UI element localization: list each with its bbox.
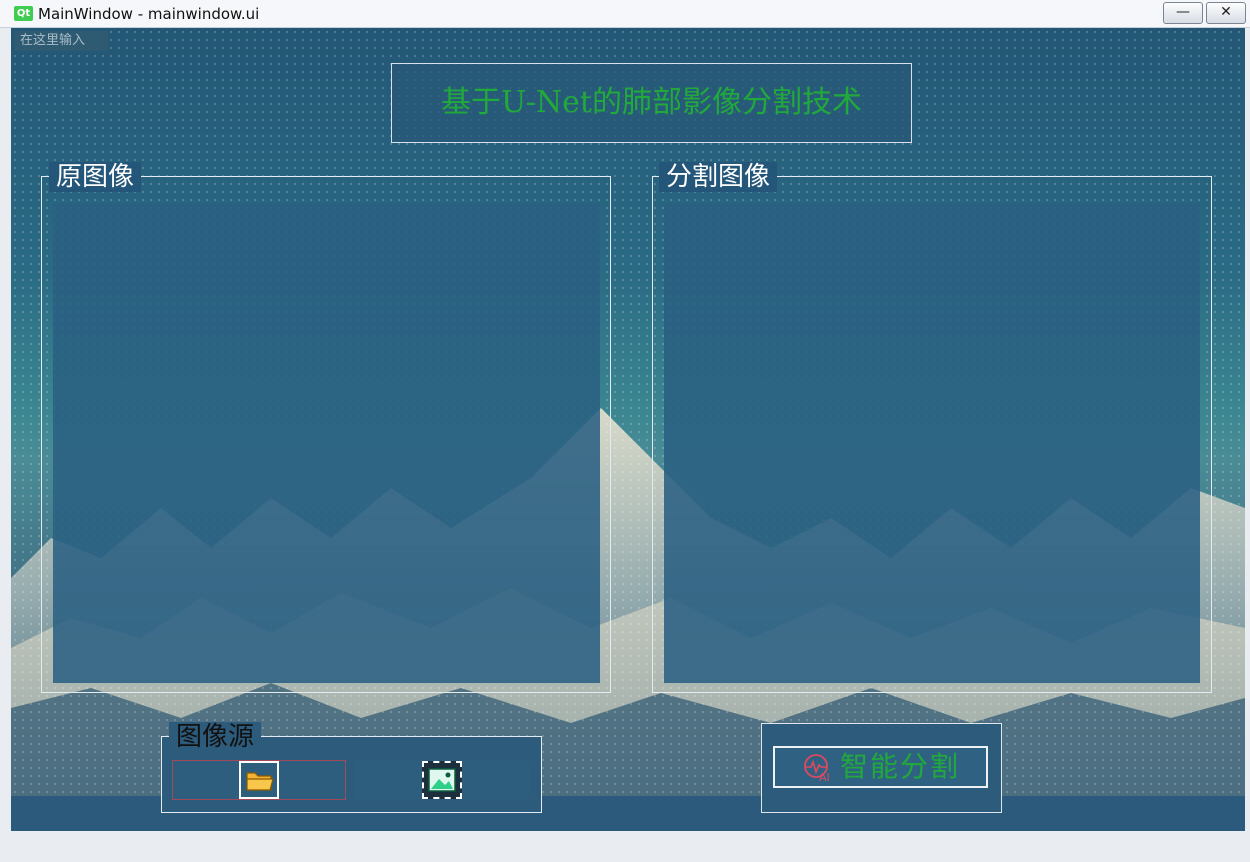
window-titlebar: Qt MainWindow - mainwindow.ui — ✕ bbox=[0, 0, 1250, 28]
open-file-button[interactable] bbox=[172, 760, 346, 800]
close-icon: ✕ bbox=[1220, 4, 1232, 20]
folder-icon bbox=[239, 761, 279, 799]
minimize-button[interactable]: — bbox=[1163, 2, 1203, 24]
svg-text:AI: AI bbox=[819, 771, 830, 784]
segmented-image-title: 分割图像 bbox=[659, 162, 778, 192]
image-icon bbox=[422, 761, 462, 799]
smart-segment-label: 智能分割 bbox=[840, 750, 961, 783]
original-image-view bbox=[53, 203, 600, 683]
page-title: 基于U-Net的肺部影像分割技术 bbox=[391, 63, 912, 143]
menu-input-placeholder[interactable]: 在这里输入 bbox=[14, 31, 108, 51]
segmented-image-view bbox=[664, 203, 1200, 683]
minimize-icon: — bbox=[1176, 4, 1190, 20]
select-image-button[interactable] bbox=[354, 761, 529, 799]
qt-logo-icon: Qt bbox=[14, 6, 33, 21]
original-image-title: 原图像 bbox=[49, 162, 142, 192]
image-source-title: 图像源 bbox=[169, 722, 262, 752]
close-button[interactable]: ✕ bbox=[1206, 2, 1246, 24]
window-title: MainWindow - mainwindow.ui bbox=[38, 5, 260, 23]
ai-pulse-icon: AI bbox=[804, 754, 830, 784]
